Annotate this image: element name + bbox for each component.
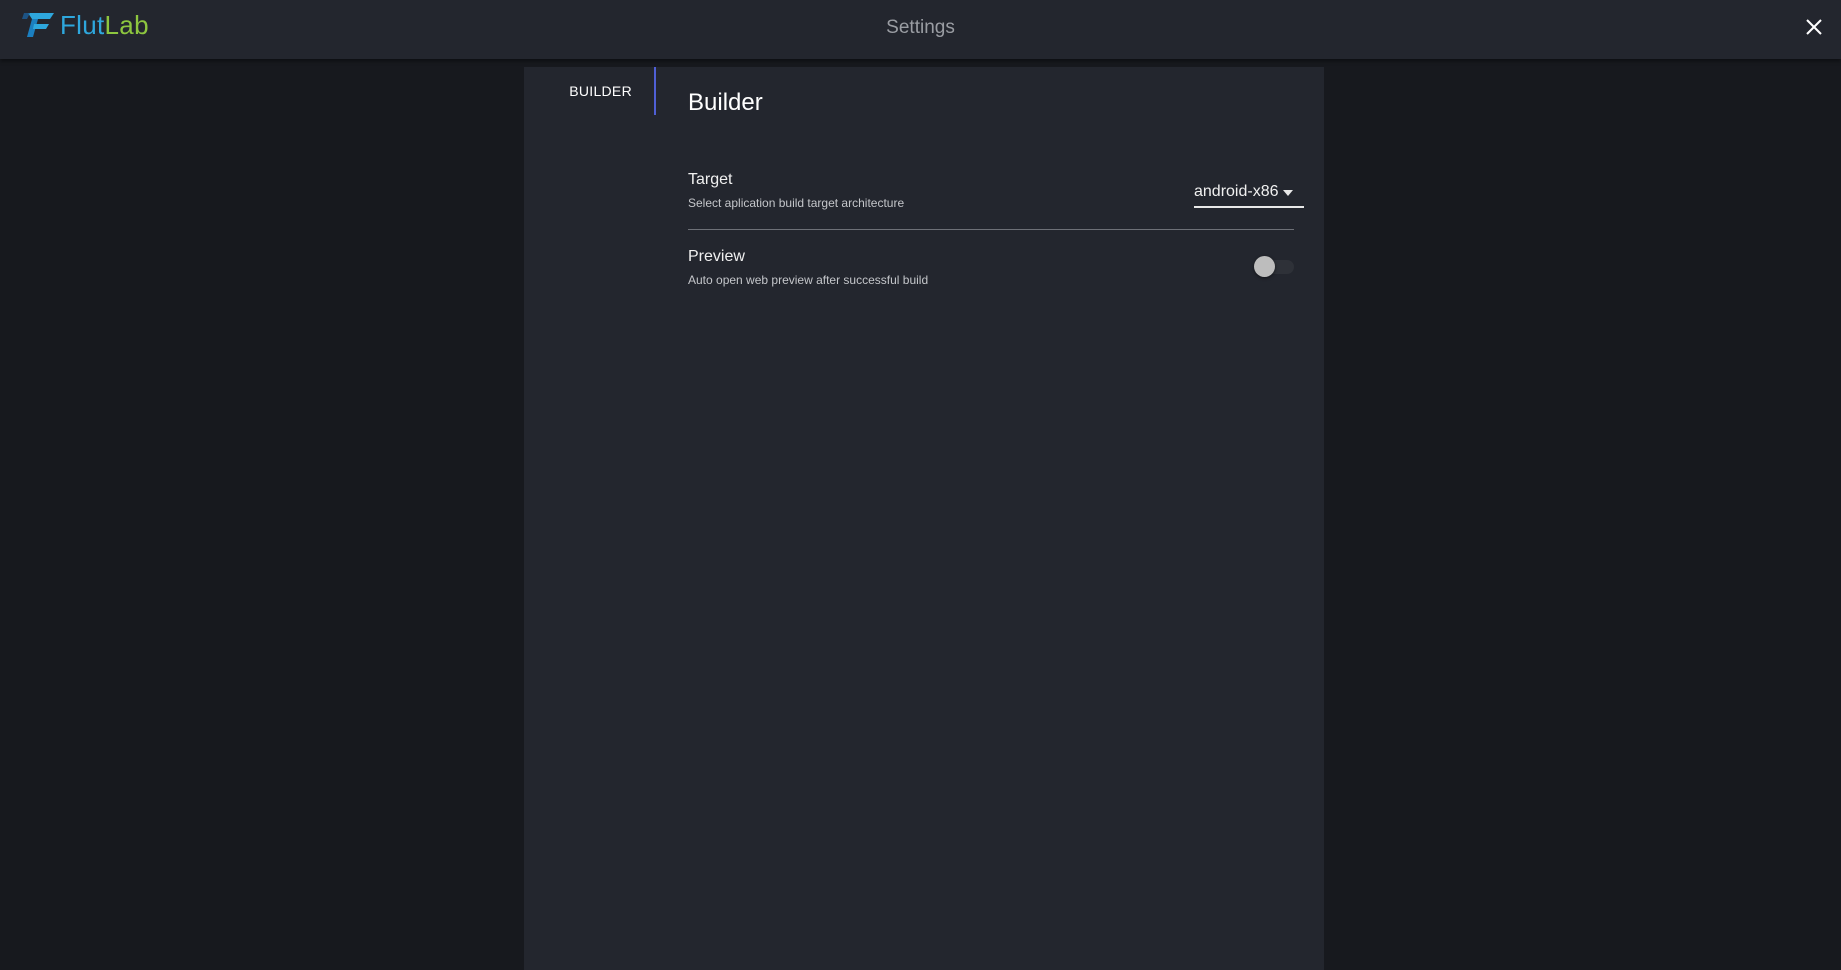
section-title: Builder [688,89,763,116]
top-bar: FlutLab Settings [0,0,1841,59]
close-button[interactable] [1801,14,1827,40]
preview-toggle-thumb [1254,256,1275,277]
close-icon [1806,19,1822,35]
preview-setting-row: Preview Auto open web preview after succ… [688,244,1294,310]
preview-toggle[interactable] [1254,254,1294,278]
target-label: Target [688,171,733,188]
target-setting-row: Target Select aplication build target ar… [688,167,1304,230]
settings-nav: BUILDER [524,67,656,115]
target-description: Select aplication build target architect… [688,196,905,210]
preview-label: Preview [688,248,745,265]
target-select[interactable]: android-x86 [1194,178,1304,208]
page-title: Settings [886,17,955,38]
nav-item-builder[interactable]: BUILDER [524,67,656,115]
target-select-value: android-x86 [1194,183,1279,200]
caret-down-icon [1283,190,1293,196]
preview-description: Auto open web preview after successful b… [688,273,929,287]
settings-panel: BUILDER Builder Target Select aplication… [524,67,1324,970]
